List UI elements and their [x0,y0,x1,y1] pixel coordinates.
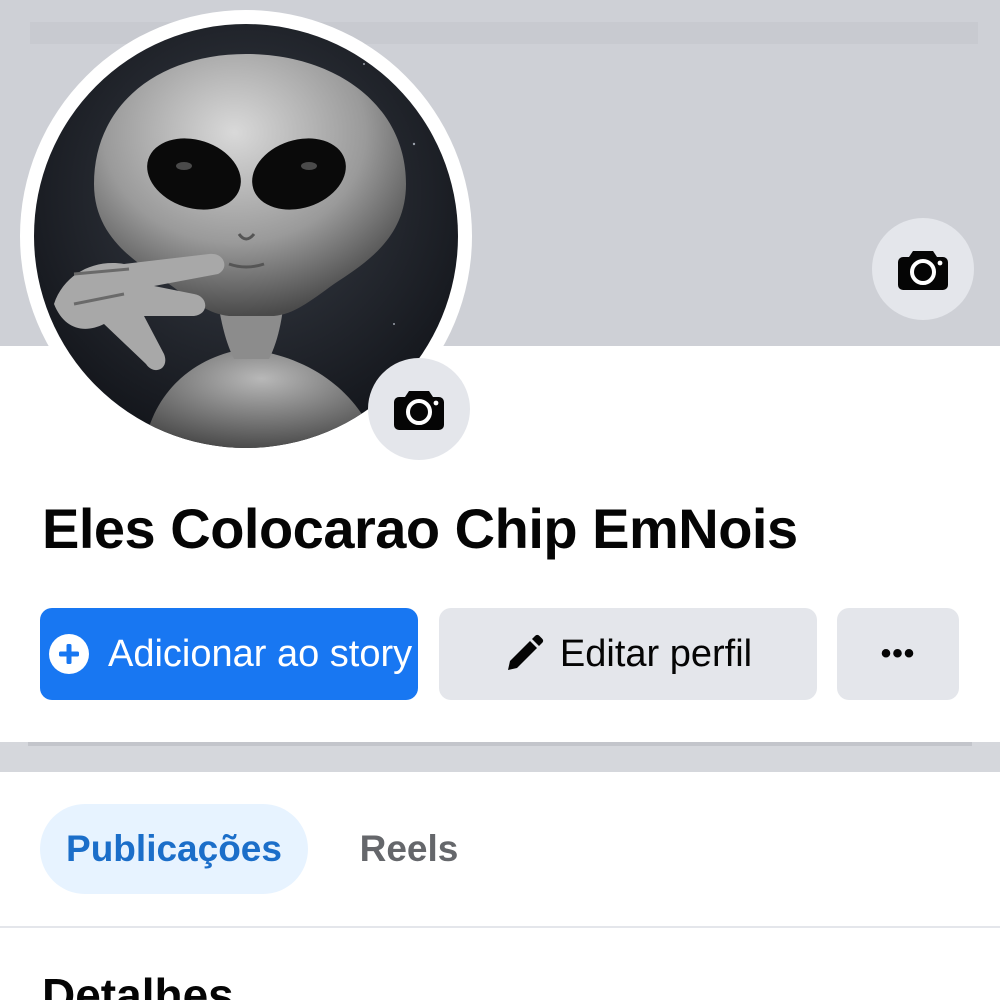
add-to-story-button[interactable]: Adicionar ao story [40,608,418,700]
edit-profile-button[interactable]: Editar perfil [439,608,817,700]
tabs-divider [0,926,1000,928]
profile-name: Eles Colocarao Chip EmNois [42,497,798,560]
tab-label: Publicações [66,828,282,869]
edit-profile-label: Editar perfil [559,632,753,675]
details-heading: Detalhes [42,969,234,1000]
section-divider-edge [28,742,972,746]
edit-avatar-button[interactable] [368,358,470,460]
plus-circle-icon [48,633,90,675]
tab-label: Reels [359,828,459,869]
pencil-icon [504,634,544,674]
tab-publicacoes[interactable]: Publicações [40,804,308,894]
section-divider [0,742,1000,772]
camera-icon [898,251,948,290]
more-options-icon: ••• [880,637,916,670]
tab-reels[interactable]: Reels [336,804,482,894]
add-to-story-label: Adicionar ao story [108,632,413,675]
more-options-button[interactable]: ••• [837,608,959,700]
camera-icon [394,391,444,430]
edit-cover-photo-button[interactable] [872,218,974,320]
